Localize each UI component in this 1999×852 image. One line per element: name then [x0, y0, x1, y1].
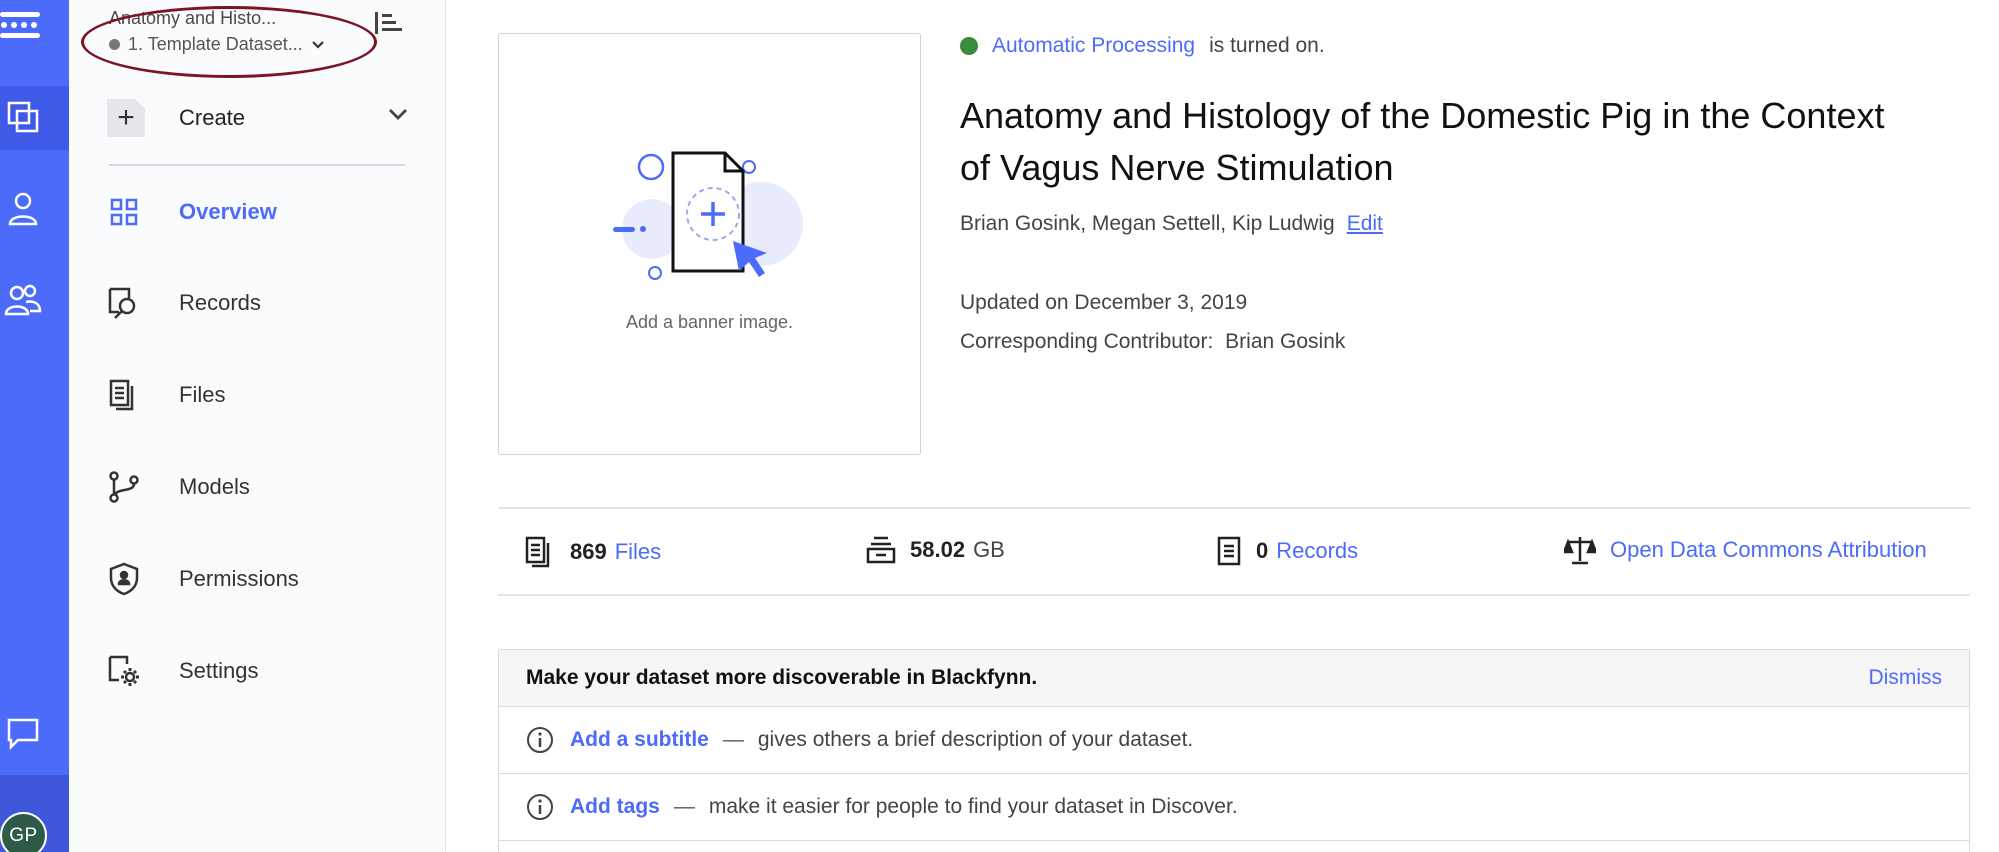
- files-icon: [525, 536, 550, 568]
- page-title: Anatomy and Histology of the Domestic Pi…: [960, 95, 1885, 188]
- updated-date: Updated on December 3, 2019: [960, 291, 1248, 314]
- records-stat: 0 Records: [1216, 535, 1358, 567]
- banner-upload[interactable]: Add a banner image.: [498, 33, 921, 455]
- processing-status: Automatic Processing is turned on.: [960, 34, 1325, 58]
- sidebar-item-records[interactable]: Records: [107, 281, 407, 325]
- grid-icon: [107, 197, 141, 227]
- settings-icon: [107, 654, 141, 688]
- profile-icon[interactable]: [0, 190, 46, 226]
- discoverability-panel: Make your dataset more discoverable in B…: [498, 649, 1970, 852]
- automatic-processing-link[interactable]: Automatic Processing: [992, 34, 1195, 58]
- sidebar-item-label: Permissions: [179, 566, 299, 591]
- license-link[interactable]: Open Data Commons Attribution: [1610, 537, 1927, 563]
- files-link[interactable]: Files: [615, 539, 661, 565]
- add-banner-image-icon: [613, 151, 803, 280]
- dismiss-button[interactable]: Dismiss: [1869, 666, 1943, 690]
- storage-unit: GB: [973, 537, 1005, 562]
- processing-status-text: is turned on.: [1209, 34, 1325, 57]
- models-icon: [107, 470, 141, 504]
- sidebar-item-overview[interactable]: Overview: [107, 190, 407, 234]
- app-logo-icon[interactable]: [0, 8, 46, 42]
- contributor-name: Brian Gosink: [1225, 330, 1346, 353]
- chevron-down-icon: [389, 109, 407, 120]
- status-dot-icon: [960, 37, 978, 55]
- row-description: gives others a brief description of your…: [757, 728, 1194, 751]
- dataset-sidebar: Anatomy and Histo... 1. Template Dataset…: [69, 0, 446, 852]
- corresponding-contributor: Corresponding Contributor: Brian Gosink: [960, 330, 1345, 354]
- list-item: Add a subtitle — gives others a brief de…: [499, 707, 1969, 774]
- create-button[interactable]: + Create: [107, 98, 409, 138]
- records-link[interactable]: Records: [1276, 538, 1358, 564]
- storage-icon: [866, 536, 896, 564]
- files-stat: 869 Files: [524, 535, 661, 569]
- authors-list: Brian Gosink, Megan Settell, Kip Ludwig: [960, 212, 1335, 235]
- add-tags-link[interactable]: Add tags: [570, 795, 660, 819]
- storage-stat: 58.02 GB: [866, 535, 1005, 565]
- dataset-authors: Brian Gosink, Megan Settell, Kip Ludwig E…: [960, 212, 1383, 236]
- dataset-stats-bar: 869 Files 58.02 GB 0 Records Open Data C…: [498, 507, 1970, 596]
- shield-icon: [107, 562, 141, 596]
- divider: [109, 164, 405, 166]
- scales-icon: [1564, 537, 1596, 565]
- separator-dash: —: [673, 795, 695, 818]
- app-rail: GP: [0, 0, 69, 852]
- record-icon: [1217, 536, 1241, 566]
- plus-icon: +: [107, 99, 145, 137]
- sidebar-item-label: Files: [179, 382, 226, 407]
- row-description: make it easier for people to find your d…: [708, 795, 1238, 818]
- separator-dash: —: [722, 728, 744, 751]
- records-count: 0: [1256, 538, 1269, 563]
- sidebar-item-files[interactable]: Files: [107, 373, 407, 417]
- discoverability-heading: Make your dataset more discoverable in B…: [526, 666, 1038, 689]
- sidebar-item-models[interactable]: Models: [107, 465, 407, 509]
- sidebar-item-label: Overview: [179, 199, 277, 224]
- discoverability-header: Make your dataset more discoverable in B…: [499, 650, 1969, 707]
- edit-authors-link[interactable]: Edit: [1347, 212, 1383, 235]
- files-icon: [107, 378, 141, 412]
- banner-caption: Add a banner image.: [625, 312, 794, 332]
- collapse-sidebar-icon[interactable]: [375, 10, 403, 41]
- add-subtitle-link[interactable]: Add a subtitle: [570, 728, 709, 752]
- sidebar-item-settings[interactable]: Settings: [107, 649, 407, 693]
- contributor-label: Corresponding Contributor:: [960, 330, 1214, 353]
- info-icon: [527, 727, 553, 753]
- files-count: 869: [570, 539, 607, 564]
- sidebar-item-label: Models: [179, 474, 250, 499]
- sidebar-item-label: Records: [179, 290, 261, 315]
- team-icon[interactable]: [0, 282, 46, 318]
- info-icon: [527, 794, 553, 820]
- list-item: Add tags — make it easier for people to …: [499, 774, 1969, 841]
- sidebar-item-label: Settings: [179, 658, 259, 683]
- sidebar-item-permissions[interactable]: Permissions: [107, 557, 407, 601]
- storage-size: 58.02: [910, 537, 966, 562]
- create-label: Create: [179, 105, 246, 130]
- avatar[interactable]: GP: [0, 812, 47, 852]
- license-stat: Open Data Commons Attribution: [1564, 535, 1927, 565]
- feedback-icon[interactable]: [0, 716, 46, 752]
- record-search-icon: [107, 286, 141, 320]
- datasets-icon[interactable]: [0, 100, 46, 134]
- annotation-ellipse: [81, 6, 377, 78]
